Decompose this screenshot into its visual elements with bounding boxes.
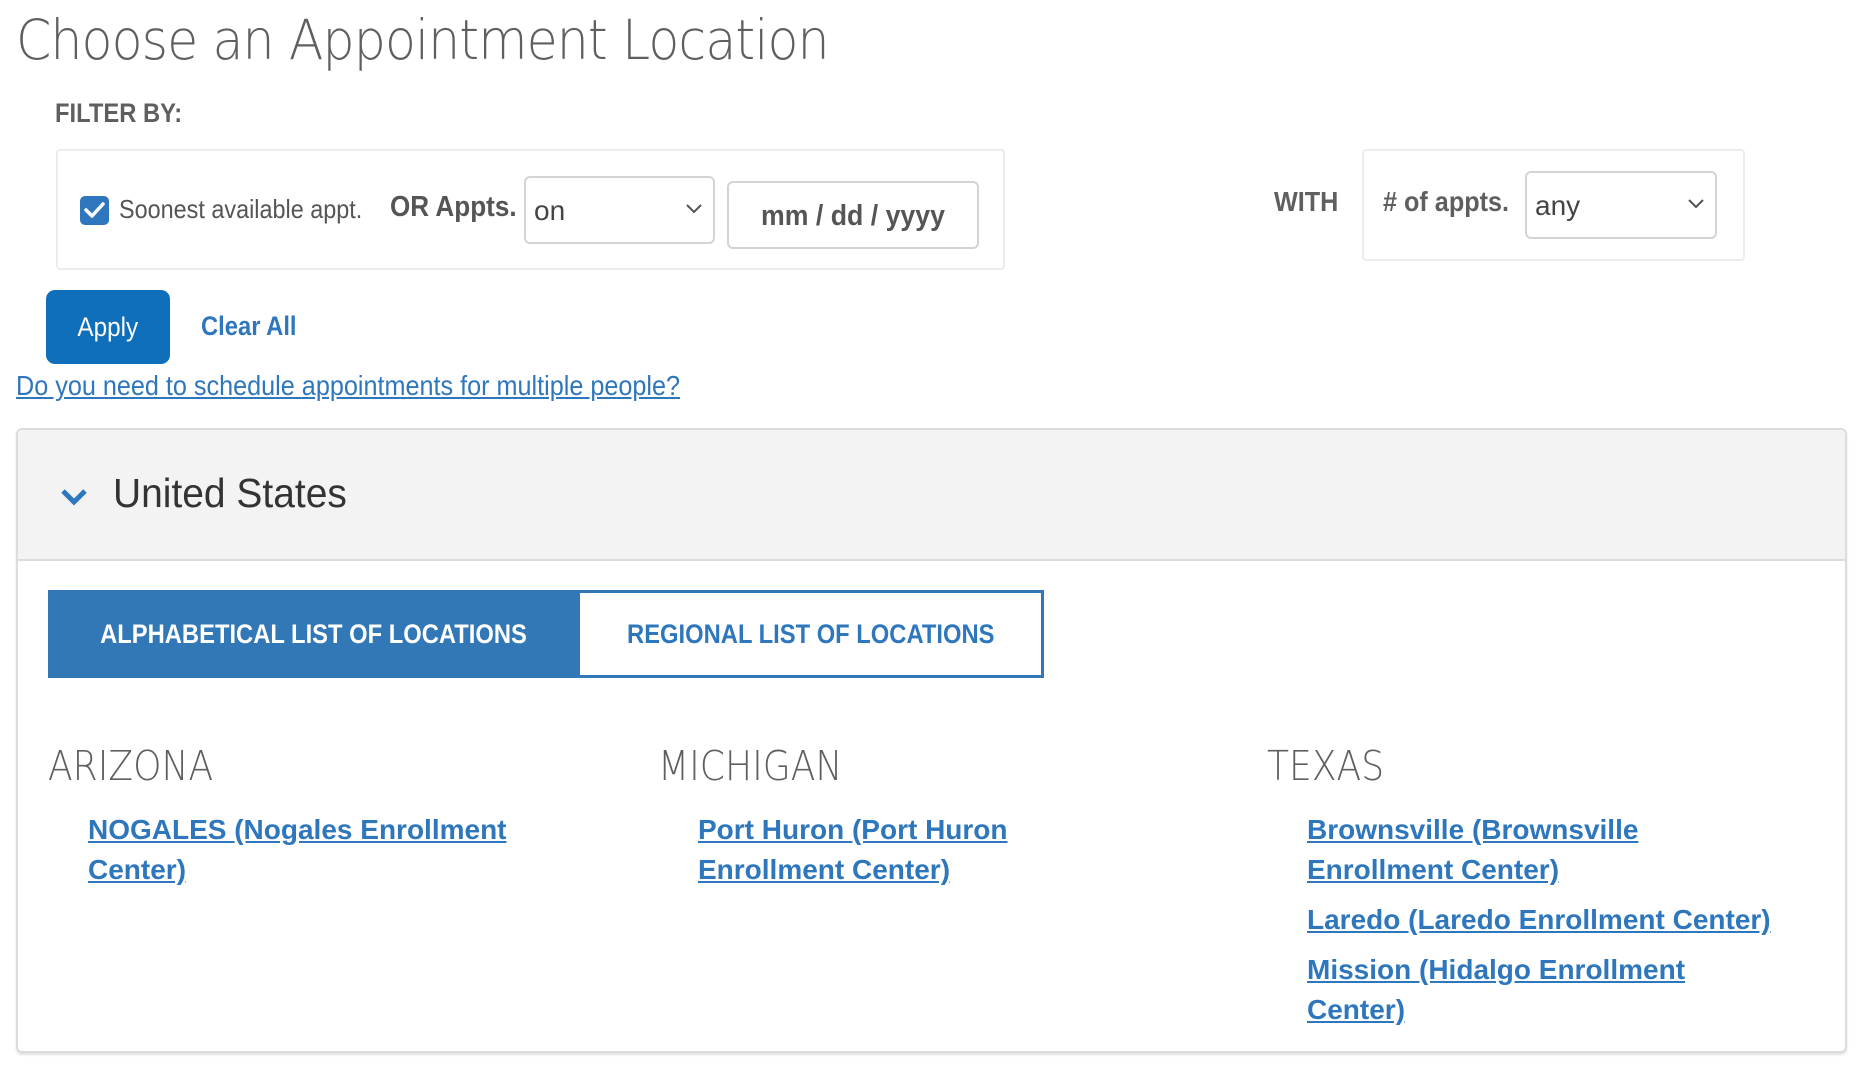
state-heading: MICHIGAN bbox=[658, 742, 843, 790]
state-column-michigan: MICHIGAN Port Huron (Port Huron Enrollme… bbox=[658, 742, 1138, 900]
chevron-down-icon bbox=[686, 204, 702, 214]
soonest-available-label[interactable]: Soonest available appt. bbox=[119, 194, 362, 225]
state-column-texas: TEXAS Brownsville (Brownsville Enrollmen… bbox=[1267, 742, 1787, 1040]
location-link[interactable]: NOGALES (Nogales Enrollment Center) bbox=[88, 810, 608, 890]
location-link[interactable]: Mission (Hidalgo Enrollment Center) bbox=[1307, 950, 1787, 1030]
clear-all-link[interactable]: Clear All bbox=[201, 311, 297, 342]
date-mode-select[interactable]: on bbox=[524, 176, 715, 244]
checkmark-icon bbox=[84, 202, 105, 218]
soonest-available-checkbox[interactable] bbox=[80, 196, 109, 225]
apply-button[interactable]: Apply bbox=[46, 290, 170, 364]
filter-by-label: FILTER BY: bbox=[55, 98, 183, 128]
tab-regional-label: REGIONAL LIST OF LOCATIONS bbox=[626, 619, 995, 649]
with-label: WITH bbox=[1274, 186, 1339, 217]
tab-alphabetical[interactable]: ALPHABETICAL LIST OF LOCATIONS bbox=[48, 590, 579, 678]
num-appts-value: any bbox=[1535, 190, 1581, 221]
location-link[interactable]: Laredo (Laredo Enrollment Center) bbox=[1307, 900, 1787, 940]
state-heading: ARIZONA bbox=[48, 742, 214, 790]
date-input-placeholder: mm / dd / yyyy bbox=[761, 200, 945, 232]
multiple-people-link[interactable]: Do you need to schedule appointments for… bbox=[16, 370, 680, 402]
state-heading: TEXAS bbox=[1267, 742, 1385, 790]
country-title: United States bbox=[113, 470, 347, 516]
page-title: Choose an Appointment Location bbox=[16, 8, 830, 72]
tab-alphabetical-label: ALPHABETICAL LIST OF LOCATIONS bbox=[100, 619, 527, 649]
num-appts-label: # of appts. bbox=[1383, 186, 1510, 217]
state-column-arizona: ARIZONA NOGALES (Nogales Enrollment Cent… bbox=[48, 742, 608, 900]
apply-button-label: Apply bbox=[77, 312, 139, 342]
chevron-down-icon bbox=[61, 489, 87, 506]
location-link[interactable]: Port Huron (Port Huron Enrollment Center… bbox=[698, 810, 1138, 890]
or-appts-label: OR Appts. bbox=[390, 191, 517, 223]
date-mode-value: on bbox=[534, 195, 566, 226]
location-link[interactable]: Brownsville (Brownsville Enrollment Cent… bbox=[1307, 810, 1787, 890]
country-panel-header[interactable]: United States bbox=[18, 430, 1845, 561]
num-appts-select[interactable]: any bbox=[1525, 171, 1717, 239]
date-input[interactable]: mm / dd / yyyy bbox=[727, 181, 979, 249]
chevron-down-icon bbox=[1688, 199, 1704, 209]
tab-regional[interactable]: REGIONAL LIST OF LOCATIONS bbox=[577, 590, 1044, 678]
